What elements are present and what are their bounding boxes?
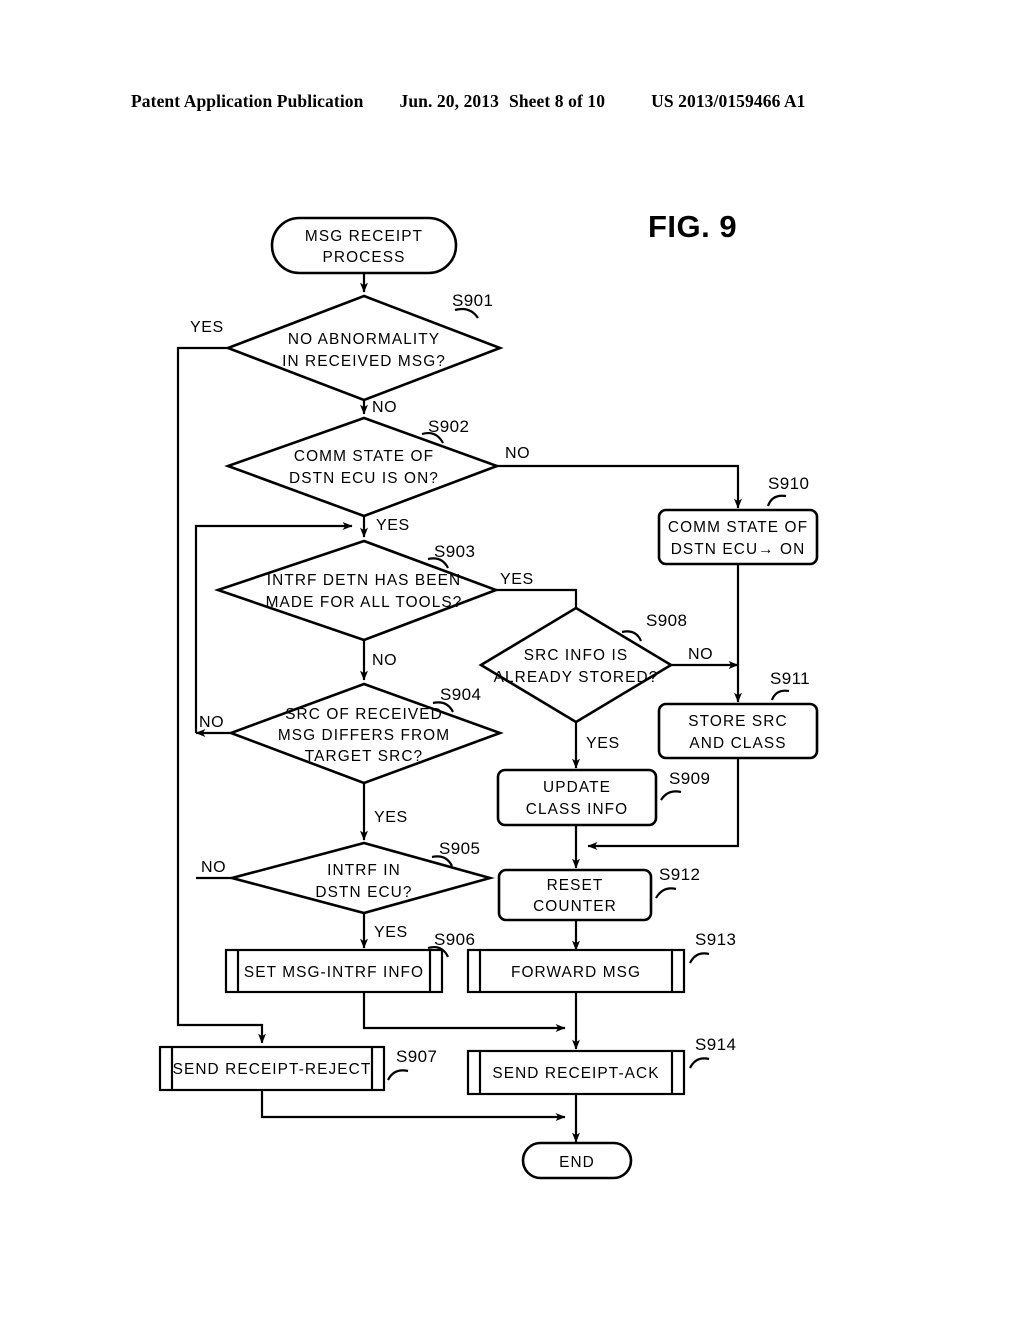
s912-text-line2: COUNTER [533,898,617,915]
s910-leader-line [766,494,787,507]
s907-text-line1: SEND RECEIPT-REJECT [173,1061,372,1078]
node-s912: RESET COUNTER S912 [497,865,700,922]
s901-leader-line [454,307,479,319]
s905-yes-label: YES [374,924,408,941]
s910-text-line1: COMM STATE OF [668,519,808,536]
start-text-line2: PROCESS [323,249,406,266]
s910-step-tag: S910 [768,474,809,493]
s911-leader-line [770,689,790,701]
s909-text-line1: UPDATE [543,779,611,796]
s909-leader-line [660,790,682,801]
s910-text-line2: DSTN ECU→ ON [671,541,806,558]
s904-no-label: NO [199,714,224,731]
s908-step-tag: S908 [646,611,687,630]
s902-text-line1: COMM STATE OF [294,448,434,465]
s912-step-tag: S912 [659,865,700,884]
s913-step-tag: S913 [695,930,736,949]
s909-step-tag: S909 [669,769,710,788]
s914-text-line1: SEND RECEIPT-ACK [492,1065,659,1082]
s901-decision-shape [224,294,504,402]
s901-no-label: NO [372,399,397,416]
s906-text-line1: SET MSG-INTRF INFO [244,964,424,981]
s905-text-line2: DSTN ECU? [315,884,412,901]
connector-s901-yes-to-s907 [176,346,266,1044]
s913-leader-line [689,952,710,964]
node-s906: SET MSG-INTRF INFO S906 [224,930,475,994]
node-s907: SEND RECEIPT-REJECT S907 [158,1045,437,1092]
s911-text-line1: STORE SRC [688,713,787,730]
s908-text-line2: ALREADY STORED? [494,669,659,686]
s902-yes-label: YES [376,517,410,534]
s914-step-tag: S914 [695,1035,736,1054]
s901-text-line2: IN RECEIVED MSG? [282,353,446,370]
s905-step-tag: S905 [439,839,480,858]
s905-text-line1: INTRF IN [327,862,401,879]
s912-leader-line [655,887,677,899]
s901-text-line1: NO ABNORMALITY [288,331,440,348]
s904-yes-label: YES [374,809,408,826]
node-s904: SRC OF RECEIVED MSG DIFFERS FROM TARGET … [199,682,504,826]
s905-no-label: NO [201,859,226,876]
s904-step-tag: S904 [440,685,481,704]
s902-step-tag: S902 [428,417,469,436]
end-text-line1: END [559,1154,595,1171]
s904-text-line1: SRC OF RECEIVED [285,706,443,723]
node-start: MSG RECEIPT PROCESS [270,216,458,275]
connector-layer [176,273,742,1143]
s907-step-tag: S907 [396,1047,437,1066]
s903-text-line2: MADE FOR ALL TOOLS? [266,594,463,611]
s902-text-line2: DSTN ECU IS ON? [289,470,439,487]
connector-s903-yes-to-s908 [496,588,578,608]
node-s902: COMM STATE OF DSTN ECU IS ON? S902 NO YE… [224,416,530,534]
s904-text-line3: TARGET SRC? [305,748,423,765]
s901-step-tag: S901 [452,291,493,310]
s901-yes-label: YES [190,319,224,336]
s909-text-line2: CLASS INFO [526,801,629,818]
s913-text-line1: FORWARD MSG [511,964,641,981]
s911-step-tag: S911 [770,669,810,688]
node-s901: NO ABNORMALITY IN RECEIVED MSG? S901 YES… [190,291,504,416]
connector-s906-to-s914-line [362,992,566,1032]
node-s905: INTRF IN DSTN ECU? S905 NO YES [201,839,495,941]
node-s903: INTRF DETN HAS BEEN MADE FOR ALL TOOLS? … [213,539,534,669]
s908-no-label: NO [688,646,713,663]
s914-leader-line [689,1057,710,1069]
s903-text-line1: INTRF DETN HAS BEEN [267,572,462,589]
s903-step-tag: S903 [434,542,475,561]
s906-step-tag: S906 [434,930,475,949]
s912-text-line1: RESET [547,877,604,894]
s908-decision-shape [478,606,674,724]
s908-yes-label: YES [586,735,620,752]
s911-text-line2: AND CLASS [689,735,786,752]
node-end: END [521,1141,633,1180]
s908-text-line1: SRC INFO IS [524,647,628,664]
s903-yes-label: YES [500,571,534,588]
s902-no-label: NO [505,445,530,462]
node-s914: SEND RECEIPT-ACK S914 [466,1035,736,1096]
s904-text-line2: MSG DIFFERS FROM [278,727,450,744]
s903-no-label: NO [372,652,397,669]
node-s909: UPDATE CLASS INFO S909 [496,768,710,827]
start-text-line1: MSG RECEIPT [305,228,423,245]
patent-figure-page: Patent Application Publication Jun. 20, … [0,0,1024,1320]
flowchart-diagram: MSG RECEIPT PROCESS NO ABNORMALITY IN RE… [158,216,819,1180]
s907-leader-line [387,1069,409,1081]
node-s913: FORWARD MSG S913 [466,930,736,994]
connector-s902-no-to-s910 [497,464,742,509]
